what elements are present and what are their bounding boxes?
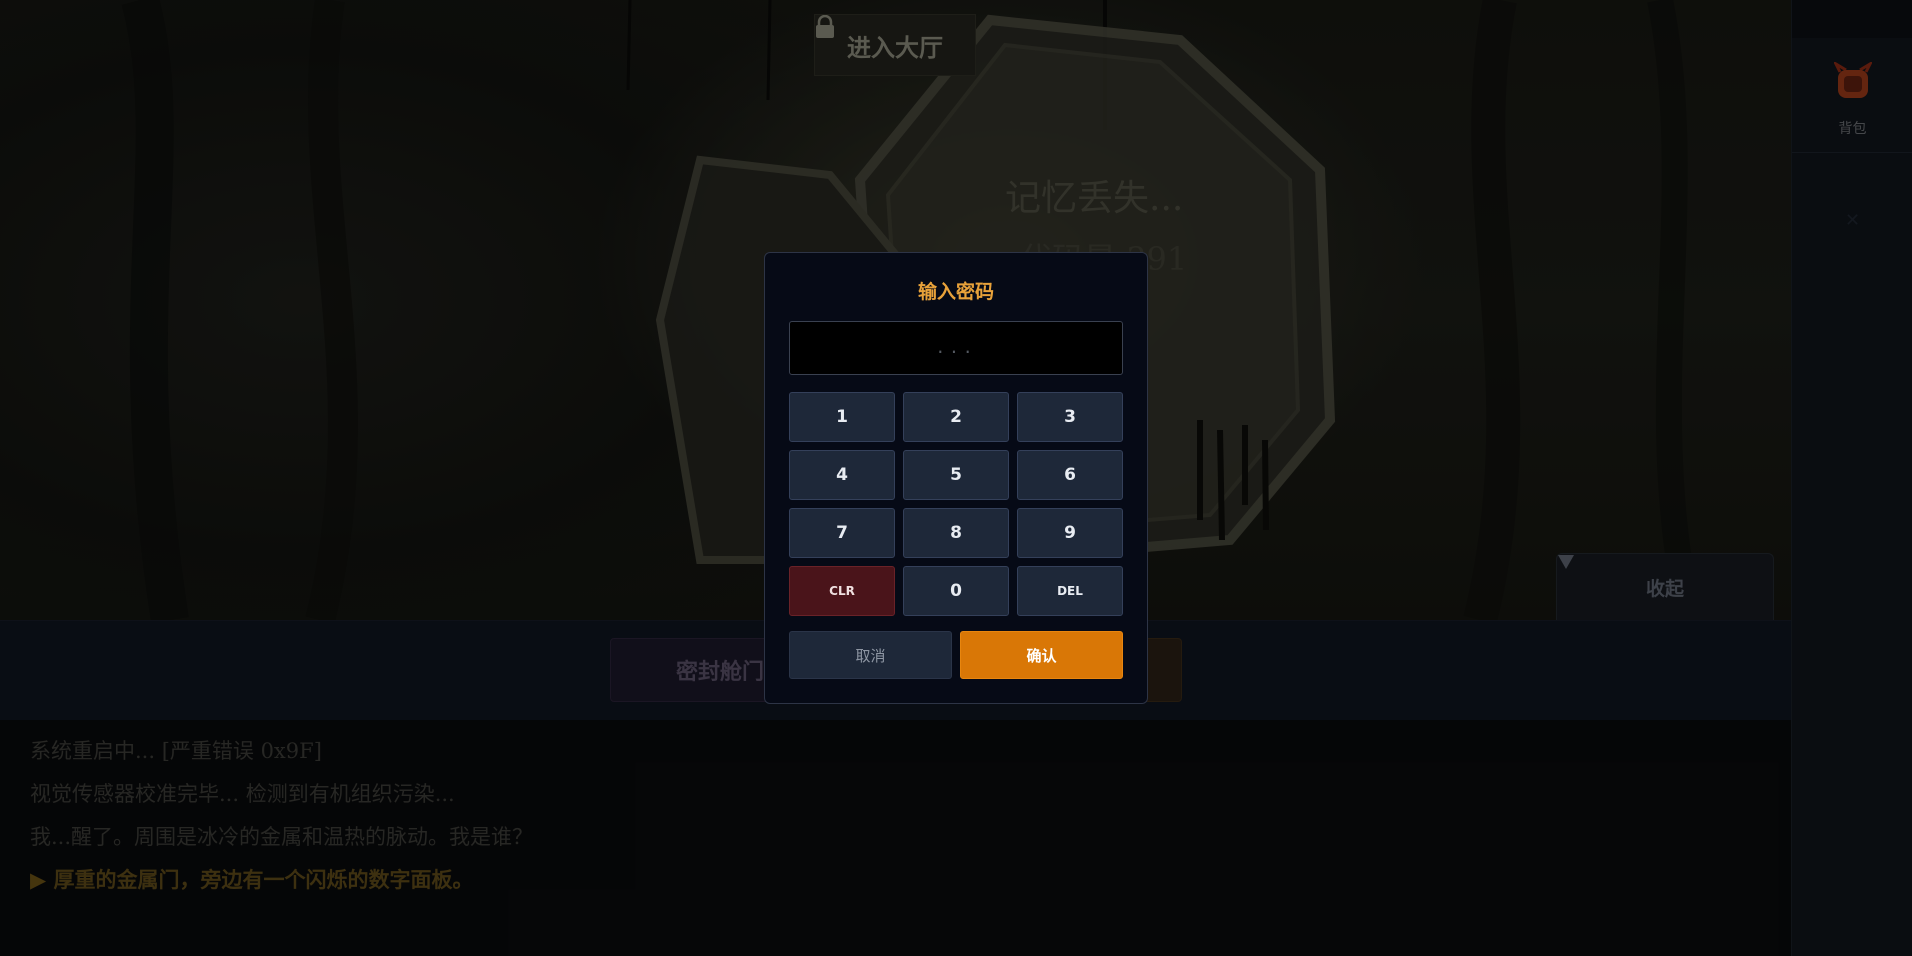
key-9[interactable]: 9 (1017, 508, 1123, 558)
key-4[interactable]: 4 (789, 450, 895, 500)
key-6[interactable]: 6 (1017, 450, 1123, 500)
cancel-button[interactable]: 取消 (789, 631, 952, 679)
key-delete[interactable]: DEL (1017, 566, 1123, 616)
password-input[interactable]: ... (789, 321, 1123, 375)
password-modal: 输入密码 ... 1 2 3 4 5 6 7 8 9 CLR 0 DEL 取消 … (764, 252, 1148, 704)
key-clear[interactable]: CLR (789, 566, 895, 616)
key-0[interactable]: 0 (903, 566, 1009, 616)
key-5[interactable]: 5 (903, 450, 1009, 500)
confirm-button[interactable]: 确认 (960, 631, 1123, 679)
key-7[interactable]: 7 (789, 508, 895, 558)
key-8[interactable]: 8 (903, 508, 1009, 558)
modal-title: 输入密码 (917, 281, 994, 303)
key-2[interactable]: 2 (903, 392, 1009, 442)
key-3[interactable]: 3 (1017, 392, 1123, 442)
key-1[interactable]: 1 (789, 392, 895, 442)
